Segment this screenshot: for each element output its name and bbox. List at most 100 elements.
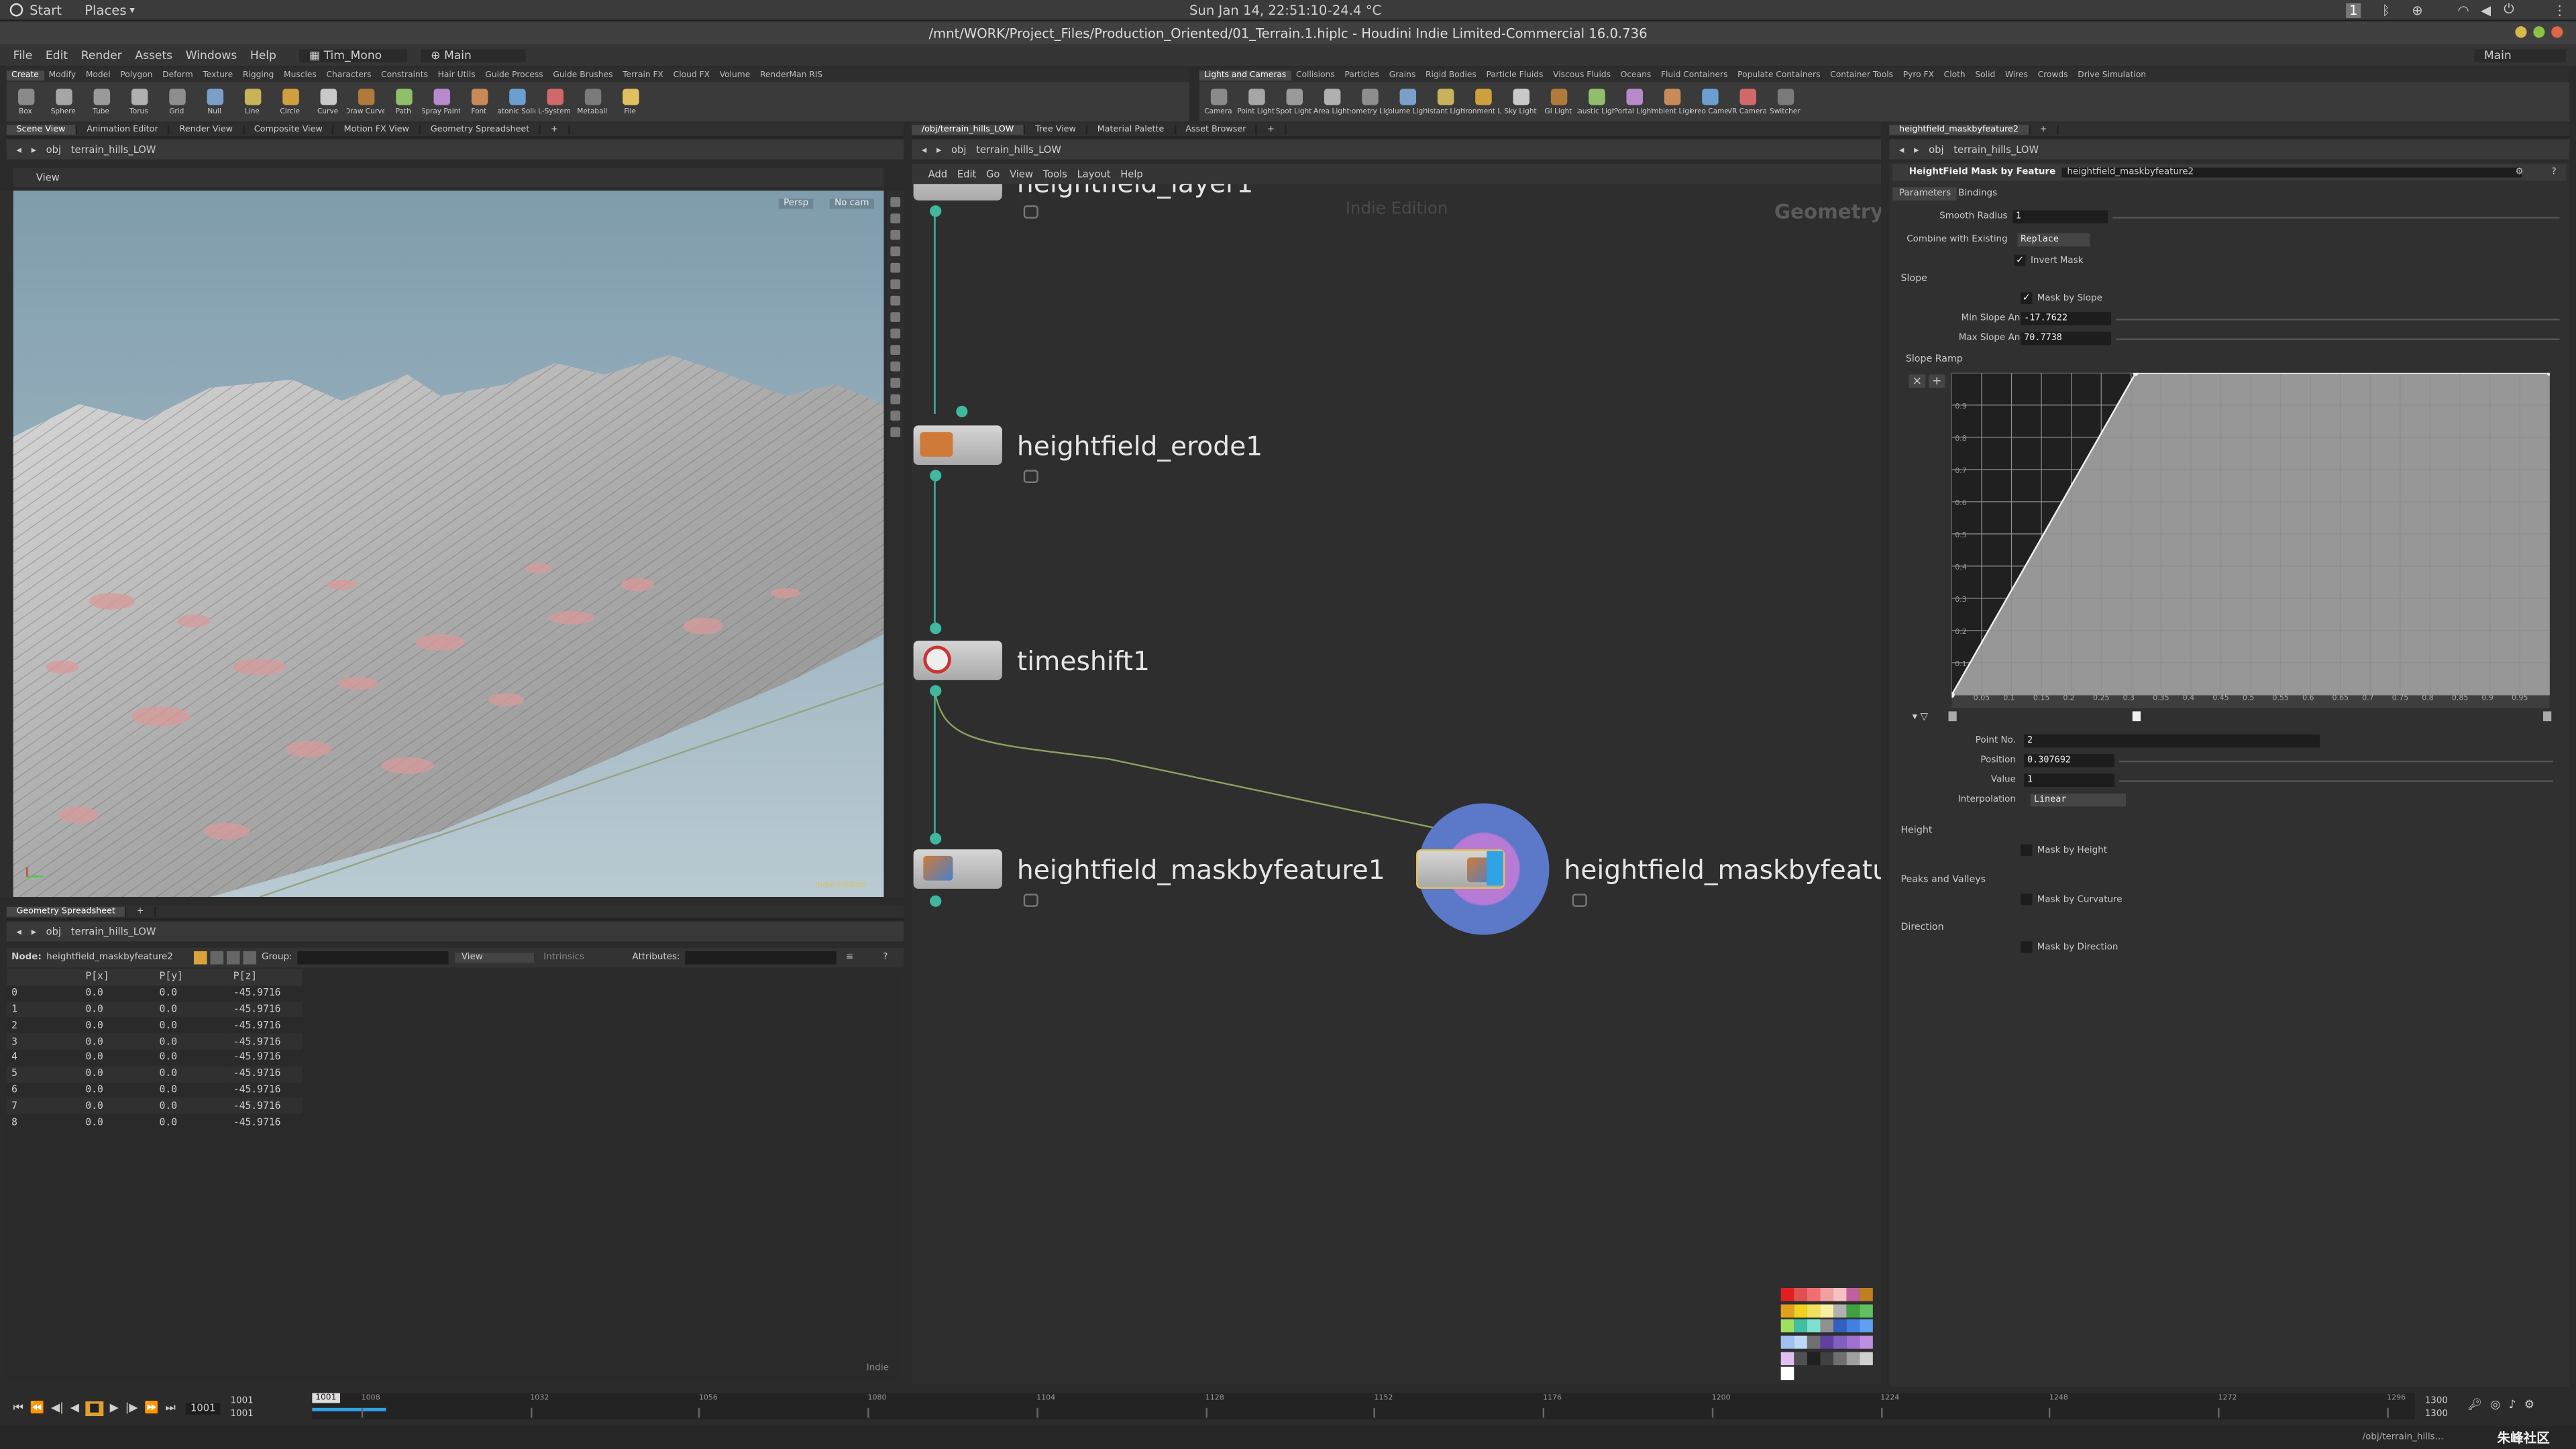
- weather[interactable]: -24.4 °C: [1328, 3, 1381, 17]
- color-swatch[interactable]: [1794, 1335, 1807, 1349]
- max-slope-field[interactable]: 70.7738: [2021, 331, 2111, 345]
- ramp-collapse-icon[interactable]: ▾ ▽: [1913, 711, 1928, 722]
- timeline-bar[interactable]: 1001 1008 1032 1056 1080 1104 1128 1152 1176 120…: [312, 1393, 2416, 1419]
- goto-end-icon[interactable]: ⏭: [166, 1401, 176, 1415]
- accessibility-icon[interactable]: ⊕: [2412, 3, 2422, 17]
- shelf-tab-texture[interactable]: Texture: [198, 70, 238, 80]
- range-start-field[interactable]: 1001: [230, 1395, 253, 1408]
- lock-icon[interactable]: [1023, 205, 1038, 219]
- value-slider[interactable]: [2119, 780, 2553, 782]
- intrinsics-dropdown[interactable]: Intrinsics: [543, 953, 625, 963]
- color-swatch[interactable]: [1833, 1288, 1847, 1301]
- table-row[interactable]: 2 0.0 0.0 -45.9716: [7, 1018, 303, 1034]
- network-menu-layout[interactable]: Layout: [1077, 168, 1111, 180]
- tab-obj-terrain-hills-low[interactable]: /obj/terrain_hills_LOW: [912, 125, 1026, 135]
- color-swatch[interactable]: [1794, 1288, 1807, 1301]
- shelf-tab-pyro-fx[interactable]: Pyro FX: [1898, 70, 1939, 80]
- background-icon[interactable]: [890, 361, 901, 372]
- ramp-key[interactable]: [2543, 711, 2552, 722]
- table-row[interactable]: 4 0.0 0.0 -45.9716: [7, 1050, 303, 1066]
- vertices-icon[interactable]: [211, 951, 224, 965]
- color-swatch[interactable]: [1846, 1351, 1860, 1365]
- shelf-tool-grid[interactable]: Grid: [158, 88, 195, 116]
- view-dropdown[interactable]: View: [455, 953, 534, 963]
- geo-path[interactable]: terrain_hills_LOW: [71, 144, 156, 155]
- range-end-field-2[interactable]: 1300: [2425, 1408, 2448, 1421]
- color-swatch[interactable]: [1807, 1351, 1821, 1365]
- lock-icon[interactable]: [1023, 470, 1038, 484]
- min-slope-field[interactable]: -17.7622: [2021, 312, 2111, 325]
- shelf-tab-populate-containers[interactable]: Populate Containers: [1733, 70, 1825, 80]
- back-icon[interactable]: ◂: [16, 144, 21, 155]
- goto-start-icon[interactable]: ⏮: [13, 1401, 23, 1415]
- shelf-tab-crowds[interactable]: Crowds: [2033, 70, 2073, 80]
- node-output-dot[interactable]: [930, 685, 942, 697]
- shelf-tool-camera[interactable]: Camera: [1199, 88, 1237, 116]
- normals-icon[interactable]: [890, 345, 901, 355]
- forward-icon[interactable]: ▸: [936, 144, 941, 155]
- current-frame-marker[interactable]: 1001: [312, 1393, 340, 1403]
- tab-geometry-spreadsheet[interactable]: Geometry Spreadsheet: [6, 906, 127, 917]
- network-editor[interactable]: Indie Edition Geometry heightfield_layer…: [912, 184, 1882, 1385]
- back-icon[interactable]: ◂: [922, 144, 926, 155]
- shelf-tab-wires[interactable]: Wires: [2000, 70, 2033, 80]
- group-field[interactable]: [297, 951, 449, 965]
- shelf-tool-gi-light[interactable]: GI Light: [1540, 88, 1577, 116]
- node-output-dot[interactable]: [930, 205, 942, 217]
- table-row[interactable]: 6 0.0 0.0 -45.9716: [7, 1082, 303, 1098]
- lock-icon[interactable]: [1023, 894, 1038, 907]
- shelf-tab-viscous-fluids[interactable]: Viscous Fluids: [1548, 70, 1616, 80]
- tab-params[interactable]: heightfield_maskbyfeature2: [1889, 125, 2031, 135]
- shelf-tool-circle[interactable]: Circle: [271, 88, 309, 116]
- mask-by-direction-checkbox[interactable]: [2021, 941, 2033, 953]
- menu-assets[interactable]: Assets: [135, 48, 172, 62]
- shelf-tab-particles[interactable]: Particles: [1340, 70, 1384, 80]
- window-controls[interactable]: [2515, 26, 2563, 38]
- node-label-heightfield-layer1[interactable]: heightfield_layer1: [1017, 184, 1253, 199]
- table-row[interactable]: 8 0.0 0.0 -45.9716: [7, 1114, 303, 1130]
- tab-tree-view[interactable]: Tree View: [1026, 125, 1087, 135]
- shelf-tool-environment-light[interactable]: Environment Light: [1464, 88, 1501, 116]
- range-start-field-2[interactable]: 1001: [230, 1408, 253, 1421]
- node-heightfield-maskbyfeature2[interactable]: [1416, 849, 1505, 889]
- shelf-tab-create[interactable]: Create: [6, 70, 44, 80]
- add-tab-icon[interactable]: +: [2030, 125, 2059, 135]
- 3d-viewport[interactable]: Persp No cam Indie Edition: [13, 191, 884, 898]
- peaks-section[interactable]: Peaks and Valleys: [1900, 875, 1986, 885]
- shelf-tool-box[interactable]: Box: [7, 88, 44, 116]
- ramp-key-selected[interactable]: [2132, 711, 2141, 722]
- node-input-dot[interactable]: [956, 405, 968, 418]
- shelf-tab-collisions[interactable]: Collisions: [1291, 70, 1340, 80]
- wifi-icon[interactable]: ◠: [2458, 3, 2469, 17]
- home-icon[interactable]: [890, 427, 901, 437]
- shelf-tab-polygon[interactable]: Polygon: [115, 70, 158, 80]
- shelf-tab-renderman-ris[interactable]: RenderMan RIS: [755, 70, 828, 80]
- add-tab-icon[interactable]: +: [541, 125, 570, 135]
- node-label-heightfield-maskbyfeature1[interactable]: heightfield_maskbyfeature1: [1017, 854, 1385, 885]
- column-header[interactable]: P[y]: [154, 969, 229, 985]
- node-label-heightfield-erode1[interactable]: heightfield_erode1: [1017, 431, 1263, 462]
- places-menu[interactable]: Places: [85, 3, 126, 17]
- play-reverse-icon[interactable]: ◀: [70, 1401, 79, 1415]
- network-menu-add[interactable]: Add: [928, 168, 947, 180]
- shelf-tab-modify[interactable]: Modify: [44, 70, 80, 80]
- persp-menu[interactable]: Persp: [778, 199, 814, 209]
- shelf-tab-rigid-bodies[interactable]: Rigid Bodies: [1421, 70, 1481, 80]
- attributes-field[interactable]: [684, 951, 837, 965]
- color-swatch[interactable]: [1780, 1320, 1794, 1333]
- maximize-icon[interactable]: [2533, 26, 2545, 38]
- play-icon[interactable]: ▶: [110, 1401, 119, 1415]
- right-desktop-selector[interactable]: Main: [2474, 48, 2567, 62]
- color-swatch[interactable]: [1860, 1288, 1873, 1301]
- shading-icon[interactable]: [890, 295, 901, 306]
- shelf-tool-metaball[interactable]: Metaball: [574, 88, 611, 116]
- direction-section[interactable]: Direction: [1900, 923, 1943, 933]
- settings-icon[interactable]: ⚙: [2524, 1398, 2534, 1411]
- obj-path[interactable]: obj: [46, 144, 61, 155]
- help-icon[interactable]: ?: [2551, 168, 2556, 178]
- key-icon[interactable]: 🔑︎: [2467, 1398, 2482, 1411]
- shelf-tool-l-system[interactable]: L-System: [535, 88, 573, 116]
- menu-render[interactable]: Render: [81, 48, 122, 62]
- shelf-tool-spray-paint[interactable]: Spray Paint: [422, 88, 460, 116]
- color-swatch[interactable]: [1860, 1320, 1873, 1333]
